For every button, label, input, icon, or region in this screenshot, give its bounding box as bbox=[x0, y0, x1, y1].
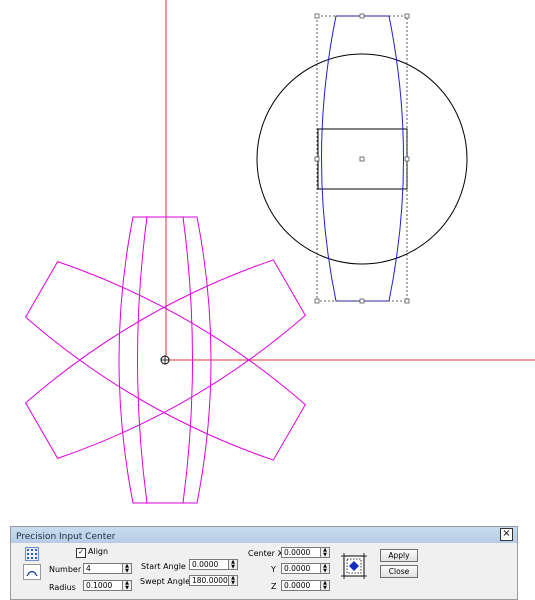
position-picker-icon[interactable] bbox=[338, 550, 370, 582]
start-angle-field[interactable]: 0.0000 bbox=[189, 559, 229, 570]
handle-bottom-right bbox=[404, 298, 410, 304]
radius-spinner[interactable]: ▲ ▼ bbox=[122, 580, 132, 591]
number-field[interactable]: 4 bbox=[83, 563, 123, 574]
precision-input-panel: Precision Input Center × ✓ Align Number … bbox=[10, 526, 518, 600]
start-angle-spinner[interactable]: ▲ ▼ bbox=[228, 559, 238, 570]
y-field[interactable]: 0.0000 bbox=[281, 563, 321, 574]
handle-middle-right bbox=[404, 156, 410, 162]
z-label: Z bbox=[271, 582, 277, 591]
align-label: Align bbox=[88, 547, 109, 556]
center-x-spinner[interactable]: ▲ ▼ bbox=[320, 547, 330, 558]
number-spinner[interactable]: ▲ ▼ bbox=[122, 563, 132, 574]
radius-label: Radius bbox=[49, 583, 76, 592]
panel-title: Precision Input Center bbox=[11, 527, 517, 543]
y-spinner[interactable]: ▲ ▼ bbox=[320, 563, 330, 574]
apply-button[interactable]: Apply bbox=[380, 549, 418, 562]
z-spinner[interactable]: ▲ ▼ bbox=[320, 580, 330, 591]
handle-bottom-left bbox=[314, 298, 320, 304]
handle-center bbox=[359, 156, 365, 162]
origin-marker-icon[interactable] bbox=[160, 355, 170, 365]
number-label: Number bbox=[49, 565, 82, 574]
panel-close-icon[interactable]: × bbox=[500, 528, 513, 541]
handle-middle-left bbox=[314, 156, 320, 162]
handle-bottom-center bbox=[359, 298, 365, 304]
z-field[interactable]: 0.0000 bbox=[281, 580, 321, 591]
align-checkbox[interactable]: ✓ bbox=[76, 548, 86, 558]
swept-angle-label: Swept Angle bbox=[140, 577, 191, 586]
array-pattern-icon[interactable] bbox=[25, 547, 39, 561]
swept-angle-spinner[interactable]: ▲ ▼ bbox=[228, 575, 238, 586]
center-x-field[interactable]: 0.0000 bbox=[281, 547, 321, 558]
swept-angle-field[interactable]: 180.0000 bbox=[189, 575, 229, 586]
arc-icon[interactable] bbox=[23, 564, 41, 580]
y-label: Y bbox=[271, 565, 276, 574]
center-x-label: Center X bbox=[248, 549, 283, 558]
drawing-canvas[interactable] bbox=[0, 0, 535, 526]
handle-top-left bbox=[314, 13, 320, 19]
radius-field[interactable]: 0.1000 bbox=[83, 580, 123, 591]
close-button[interactable]: Close bbox=[380, 565, 418, 578]
start-angle-label: Start Angle bbox=[141, 562, 186, 571]
handle-top-center bbox=[359, 13, 365, 19]
handle-top-right bbox=[404, 13, 410, 19]
